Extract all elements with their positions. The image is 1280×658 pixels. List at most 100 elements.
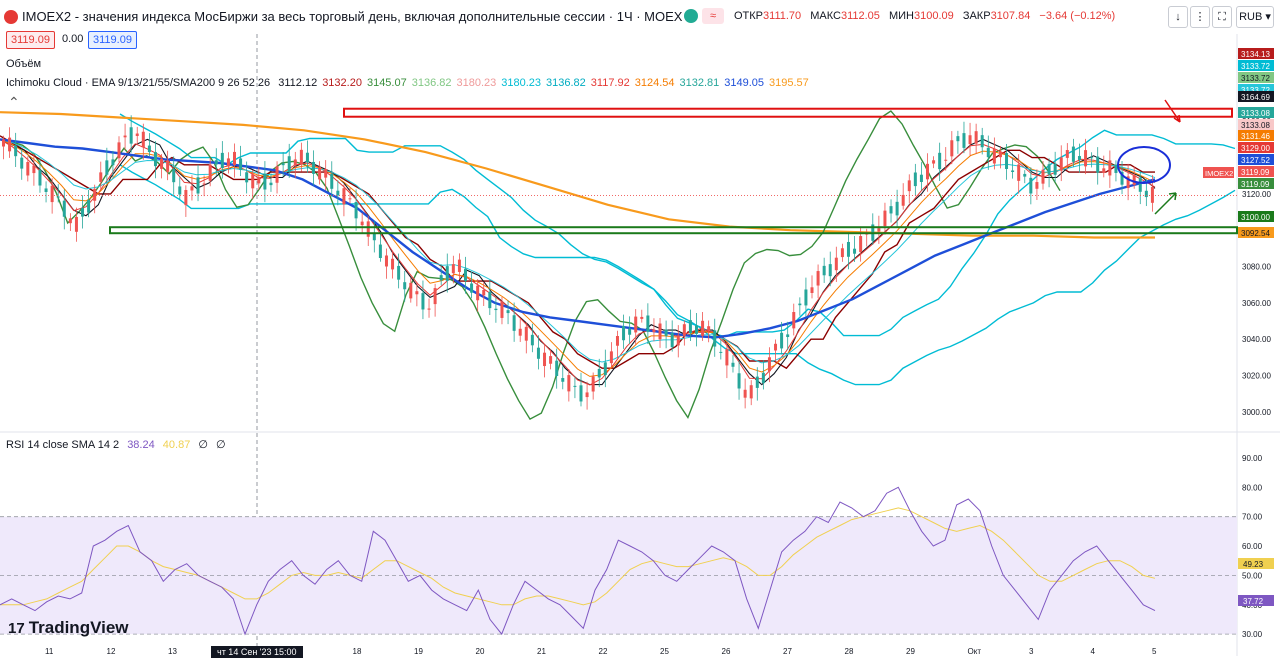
more-icon: ⋮ [1194,11,1206,23]
chart-header: IMOEX2 - значения индекса МосБиржи за ве… [0,0,1280,34]
rsi-legend[interactable]: RSI 14 close SMA 14 2 38.24 40.87 ∅ ∅ [6,438,231,451]
candle-body [1150,187,1154,203]
candle-body [330,173,334,189]
candle-body [482,289,486,296]
candle-body [1138,177,1142,192]
time-axis-label: 27 [783,647,792,656]
candle-body [1084,150,1088,167]
candle-body [190,186,194,191]
ichimoku-span-b-line [119,164,1236,386]
candle-body [792,312,796,329]
ichimoku-value: 3112.12 [278,77,318,89]
candle-body [488,292,492,309]
symbol-logo-icon [4,10,18,24]
candle-body [415,291,419,295]
price-scale-badge-label: 3133.08 [1241,109,1270,118]
candle-body [1114,164,1118,173]
hide-indicators-chevron-icon[interactable]: ⌃ [8,94,20,111]
candle-body [397,265,401,280]
candle-body [166,160,170,172]
candle-body [737,373,741,389]
candle-body [932,160,936,164]
candle-body [597,368,601,378]
candle-body [1144,190,1148,198]
chart-menu-button[interactable]: ⋮ [1190,6,1210,28]
candle-body [1035,182,1039,189]
candle-body [530,334,534,346]
ohlc-high-value: 3112.05 [840,10,880,22]
time-axis-label: Окт [968,647,982,656]
candle-body [233,151,236,165]
candle-body [956,136,960,142]
candle-body [38,170,42,186]
sell-price-button[interactable]: 3119.09 [6,31,55,49]
down-arrow-annotation [1164,99,1181,123]
price-scale-badge-label: 3119.09 [1241,168,1270,177]
candle-body [962,133,966,148]
candle-body [287,156,291,173]
candle-body [1077,156,1081,160]
candle-body [239,158,243,170]
candle-body [32,165,36,174]
candle-body [50,185,54,203]
price-scale-badge-label: 3131.46 [1241,132,1270,141]
price-tick-label: 3020.00 [1242,372,1271,381]
ohlc-open-value: 3111.70 [763,10,802,22]
candle-body [202,183,206,185]
candle-body [658,323,662,340]
candle-body [1065,150,1069,158]
candle-body [74,216,78,232]
rsi-tick-label: 30.00 [1242,630,1263,639]
candle-body [1023,173,1027,177]
compare-wave-icon[interactable]: ≈ [702,8,724,24]
market-status-icon[interactable] [684,9,698,23]
fullscreen-button[interactable]: ⛶ [1212,6,1232,28]
ohlc-close-value: 3107.84 [990,10,1031,22]
candle-body [913,172,917,187]
rsi-scale-badge-label: 37.72 [1243,597,1264,606]
candle-body [950,140,954,157]
price-scale-badge-label: 3100.00 [1241,213,1270,222]
candle-body [269,182,273,186]
time-axis-label: 25 [660,647,669,656]
candle-body [761,372,765,384]
candle-body [251,174,255,189]
candle-body [93,188,97,201]
price-tick-label: 3060.00 [1242,299,1271,308]
ichimoku-values: 3112.12 3132.20 3145.07 3136.82 3180.23 3180.… [278,77,814,89]
price-scale-badge-label: 3133.72 [1241,62,1270,71]
scroll-down-button[interactable]: ↓ [1168,6,1188,28]
candle-body [591,376,595,392]
candle-body [117,142,121,159]
candle-body [780,332,784,349]
candle-body [336,190,340,196]
volume-legend[interactable]: Объём [6,58,46,70]
ichimoku-legend[interactable]: Ichimoku Cloud · EMA 9/13/21/55/SMA200 9… [6,77,819,89]
buy-price-button[interactable]: 3119.09 [88,31,137,49]
symbol-title[interactable]: IMOEX2 - значения индекса МосБиржи за ве… [22,9,682,24]
candle-body [263,173,267,190]
candle-body [828,264,832,277]
candle-body [1041,169,1045,184]
candle-body [172,169,176,183]
rsi-extra-1: ∅ [198,439,208,451]
candle-body [281,163,285,166]
candle-body [360,221,364,226]
crosshair-time-label: чт 14 Сен '23 15:00 [211,646,303,658]
candle-body [293,159,297,166]
currency-select[interactable]: RUB ▾ [1236,6,1274,28]
price-scale-badge-label: 3119.09 [1241,180,1270,189]
candle-body [1029,177,1033,194]
arrow-down-icon: ↓ [1175,11,1181,23]
candle-body [111,159,115,166]
candle-body [840,248,844,258]
candle-body [1132,174,1136,185]
candle-body [670,333,674,348]
chart-canvas[interactable]: 3000.00 3020.00 3040.00 3060.00 3080.00 3100.… [0,0,1280,656]
candle-body [524,326,528,341]
time-axis-label: 13 [168,647,177,656]
candle-body [8,137,12,152]
ichimoku-value: 3132.20 [322,77,362,89]
maximize-icon: ⛶ [1218,11,1226,23]
candle-body [62,200,66,217]
